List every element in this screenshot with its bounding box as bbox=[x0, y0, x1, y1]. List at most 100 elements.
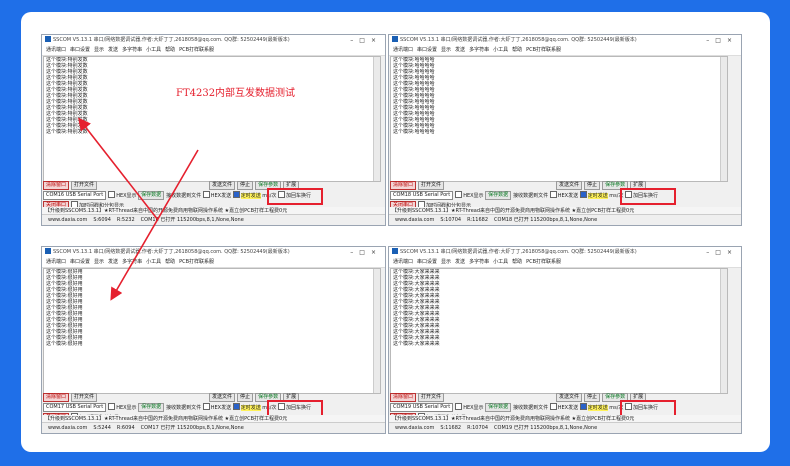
menu-item[interactable]: 小工具 bbox=[493, 259, 508, 265]
vertical-scrollbar[interactable] bbox=[373, 269, 380, 393]
menu-item[interactable]: 发送 bbox=[455, 259, 465, 265]
stop-button[interactable]: 停止 bbox=[584, 393, 601, 402]
menu-item[interactable]: 串口设置 bbox=[417, 47, 437, 53]
port-select[interactable]: COM18 USB Serial Port bbox=[390, 191, 454, 200]
send-file-button[interactable]: 发送文件 bbox=[556, 181, 583, 190]
clear-window-button[interactable]: 清除窗口 bbox=[390, 181, 417, 190]
save-data-button[interactable]: 保存数据 bbox=[485, 403, 512, 412]
menu-item[interactable]: 帮助 bbox=[165, 47, 175, 53]
menu-item[interactable]: 发送 bbox=[108, 259, 118, 265]
menu-item[interactable]: 通讯端口 bbox=[393, 259, 413, 265]
hex-show-label: HEX显示 bbox=[463, 193, 486, 199]
timer-send-label: 定时发送 bbox=[240, 193, 261, 199]
status-field: S:6094 bbox=[93, 217, 111, 223]
vertical-scrollbar[interactable] bbox=[720, 57, 727, 181]
open-file-button[interactable]: 打开文件 bbox=[71, 393, 98, 402]
menu-item[interactable]: PCB打样联系服 bbox=[179, 47, 214, 53]
menu-item[interactable]: 小工具 bbox=[493, 47, 508, 53]
sscom-window-tr: SSCOM V5.13.1 串口/网络数据调试器,作者:大虾丁丁,2618058… bbox=[388, 34, 742, 226]
window-controls[interactable]: –□× bbox=[706, 247, 738, 258]
receive-area: 这个模块:大家来来来 这个模块:大家来来来 这个模块:大家来来来 这个模块:大家来来来… bbox=[390, 268, 728, 394]
menu-item[interactable]: 串口设置 bbox=[417, 259, 437, 265]
hex-show-checkbox[interactable] bbox=[455, 403, 463, 410]
received-line: 这个模块:很好用 bbox=[46, 341, 83, 347]
received-line: 这个模块:哈哈哈哈 bbox=[393, 129, 435, 135]
hex-send-checkbox[interactable] bbox=[202, 403, 210, 410]
save-data-button[interactable]: 保存数据 bbox=[138, 403, 165, 412]
window-controls[interactable]: –□× bbox=[350, 247, 382, 258]
menu-item[interactable]: 串口设置 bbox=[70, 259, 90, 265]
clear-window-button[interactable]: 清除窗口 bbox=[390, 393, 417, 402]
timer-send-checkbox[interactable] bbox=[579, 191, 587, 198]
hex-send-label: HEX发送 bbox=[557, 405, 580, 411]
send-button[interactable]: 发 送 bbox=[472, 225, 490, 226]
hex-show-checkbox[interactable] bbox=[108, 191, 116, 198]
menu-item[interactable]: 帮助 bbox=[512, 259, 522, 265]
save-data-button[interactable]: 保存数据 bbox=[138, 191, 165, 200]
menu-item[interactable]: 显示 bbox=[94, 259, 104, 265]
hex-send-label: HEX发送 bbox=[210, 405, 233, 411]
menu-bar: 通讯端口 串口设置 显示 发送 多字符串 小工具 帮助 PCB打样联系服 bbox=[42, 258, 385, 268]
send-file-button[interactable]: 发送文件 bbox=[556, 393, 583, 402]
menu-item[interactable]: 小工具 bbox=[146, 259, 161, 265]
hex-show-label: HEX显示 bbox=[116, 405, 139, 411]
menu-item[interactable]: PCB打样联系服 bbox=[526, 259, 561, 265]
menu-item[interactable]: 帮助 bbox=[512, 47, 522, 53]
status-field: www.daxia.com bbox=[395, 217, 435, 223]
menu-item[interactable]: 多字符串 bbox=[122, 47, 142, 53]
hex-show-label: HEX显示 bbox=[116, 193, 139, 199]
stop-button[interactable]: 停止 bbox=[237, 181, 254, 190]
timer-highlight-box bbox=[266, 188, 323, 205]
menu-item[interactable]: 显示 bbox=[441, 259, 451, 265]
clear-window-button[interactable]: 清除窗口 bbox=[43, 393, 70, 402]
timer-send-label: 定时发送 bbox=[240, 405, 261, 411]
save-data-button[interactable]: 保存数据 bbox=[485, 191, 512, 200]
hex-send-checkbox[interactable] bbox=[549, 191, 557, 198]
hex-show-checkbox[interactable] bbox=[108, 403, 116, 410]
port-select[interactable]: COM19 USB Serial Port bbox=[390, 403, 454, 412]
timer-send-label: 定时发送 bbox=[587, 405, 608, 411]
open-file-button[interactable]: 打开文件 bbox=[418, 181, 445, 190]
status-bar: www.daxia.com S:11682 R:10704 COM19 已打开 115… bbox=[389, 422, 741, 433]
menu-item[interactable]: 显示 bbox=[94, 47, 104, 53]
app-logo-icon bbox=[45, 248, 51, 254]
hex-show-checkbox[interactable] bbox=[455, 191, 463, 198]
port-select[interactable]: COM16 USB Serial Port bbox=[43, 191, 107, 200]
menu-item[interactable]: 发送 bbox=[108, 47, 118, 53]
send-file-button[interactable]: 发送文件 bbox=[209, 181, 236, 190]
menu-item[interactable]: 多字符串 bbox=[469, 259, 489, 265]
send-button[interactable]: 发 送 bbox=[125, 225, 143, 226]
hex-send-checkbox[interactable] bbox=[549, 403, 557, 410]
vertical-scrollbar[interactable] bbox=[373, 57, 380, 181]
menu-bar: 通讯端口 串口设置 显示 发送 多字符串 小工具 帮助 PCB打样联系服 bbox=[42, 46, 385, 56]
stop-button[interactable]: 停止 bbox=[584, 181, 601, 190]
hex-send-checkbox[interactable] bbox=[202, 191, 210, 198]
timer-send-checkbox[interactable] bbox=[579, 403, 587, 410]
port-select[interactable]: COM17 USB Serial Port bbox=[43, 403, 107, 412]
timer-send-checkbox[interactable] bbox=[232, 403, 240, 410]
status-field: R:10704 bbox=[467, 425, 489, 431]
timer-send-checkbox[interactable] bbox=[232, 191, 240, 198]
menu-item[interactable]: 发送 bbox=[455, 47, 465, 53]
window-controls[interactable]: –□× bbox=[706, 35, 738, 46]
menu-item[interactable]: PCB打样联系服 bbox=[179, 259, 214, 265]
menu-item[interactable]: 通讯端口 bbox=[393, 47, 413, 53]
vertical-scrollbar[interactable] bbox=[720, 269, 727, 393]
stop-button[interactable]: 停止 bbox=[237, 393, 254, 402]
menu-item[interactable]: PCB打样联系服 bbox=[526, 47, 561, 53]
menu-item[interactable]: 帮助 bbox=[165, 259, 175, 265]
clear-window-button[interactable]: 清除窗口 bbox=[43, 181, 70, 190]
menu-item[interactable]: 串口设置 bbox=[70, 47, 90, 53]
timer-send-label: 定时发送 bbox=[587, 193, 608, 199]
menu-item[interactable]: 通讯端口 bbox=[46, 259, 66, 265]
send-file-button[interactable]: 发送文件 bbox=[209, 393, 236, 402]
menu-item[interactable]: 多字符串 bbox=[469, 47, 489, 53]
window-controls[interactable]: –□× bbox=[350, 35, 382, 46]
menu-item[interactable]: 小工具 bbox=[146, 47, 161, 53]
open-file-button[interactable]: 打开文件 bbox=[71, 181, 98, 190]
menu-item[interactable]: 多字符串 bbox=[122, 259, 142, 265]
open-file-button[interactable]: 打开文件 bbox=[418, 393, 445, 402]
menu-item[interactable]: 显示 bbox=[441, 47, 451, 53]
title-bar: SSCOM V5.13.1 串口/网络数据调试器,作者:大虾丁丁,2618058… bbox=[389, 35, 741, 46]
menu-item[interactable]: 通讯端口 bbox=[46, 47, 66, 53]
